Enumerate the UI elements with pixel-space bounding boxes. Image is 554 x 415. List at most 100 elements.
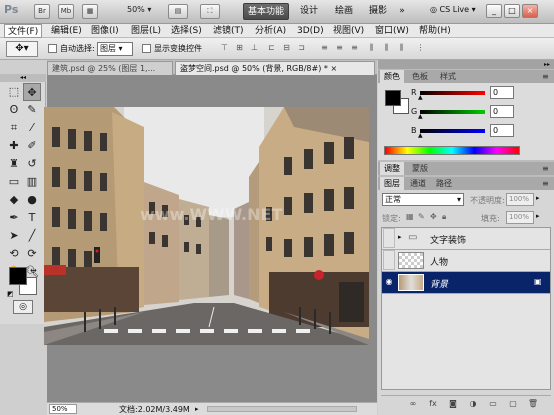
visibility-toggle-empty[interactable] [383,228,395,248]
gradient-tool-icon[interactable]: ▥ [23,173,41,191]
channel-g-input[interactable]: 0 [490,105,514,118]
quick-mask-icon[interactable]: ◎ [13,300,33,314]
tab-paths[interactable]: 路径 [432,177,456,190]
distribute-top-icon[interactable]: ≡ [318,43,331,55]
distribute-bottom-icon[interactable]: ≡ [348,43,361,55]
opacity-slider-arrow-icon[interactable]: ▸ [536,194,540,202]
opacity-input[interactable]: 100% [506,193,534,206]
tab-layers[interactable]: 图层 [380,177,404,190]
marquee-tool-icon[interactable]: ⬚ [5,83,23,101]
menu-help[interactable]: 帮助(H) [416,24,454,38]
channel-r-slider[interactable] [420,91,485,95]
tab-swatches[interactable]: 色板 [408,70,432,83]
workspace-photography[interactable]: 摄影 [364,3,392,20]
document-tab-jianzhu[interactable]: 建筑.psd @ 25% (图层 1,... [47,61,173,75]
quick-selection-tool-icon[interactable]: ✎ [23,101,41,119]
swap-colors-icon[interactable]: ↔ [30,266,37,275]
tab-channels[interactable]: 通道 [406,177,430,190]
tab-styles[interactable]: 样式 [436,70,460,83]
maximize-button[interactable]: □ [504,4,520,18]
foreground-color-swatch[interactable] [9,267,27,285]
tab-masks[interactable]: 蒙版 [408,162,432,175]
menu-analysis[interactable]: 分析(A) [252,24,289,38]
adjustment-layer-icon[interactable]: ◑ [467,398,479,410]
eyedropper-tool-icon[interactable]: ⁄ [23,119,41,137]
color-spectrum-bar[interactable] [384,146,520,155]
layer-row-text-decor[interactable]: ▸ ▭ 文字装饰 [382,228,550,250]
workspace-design[interactable]: 设计 [295,3,323,20]
toolbox-collapse-handle[interactable]: ◂◂ [0,74,46,82]
channel-r-input[interactable]: 0 [490,86,514,99]
status-zoom-field[interactable]: 50% [49,404,77,414]
more-workspaces-button[interactable]: » [395,3,409,20]
show-transform-checkbox[interactable] [142,44,151,53]
lock-position-icon[interactable]: ✥ [430,212,437,221]
fill-slider-arrow-icon[interactable]: ▸ [536,212,540,220]
align-vcenter-icon[interactable]: ⊞ [233,43,246,55]
eye-icon[interactable]: ◉ [383,272,395,292]
lock-image-icon[interactable]: ✎ [418,212,425,221]
zoom-level-select[interactable]: 50% ▾ [127,5,151,14]
channel-b-input[interactable]: 0 [490,124,514,137]
type-tool-icon[interactable]: T [23,209,41,227]
horizontal-scrollbar[interactable] [207,406,357,412]
menu-view[interactable]: 视图(V) [330,24,367,38]
distribute-left-icon[interactable]: ⫼ [365,43,378,55]
clone-stamp-tool-icon[interactable]: ♜ [5,155,23,173]
auto-select-checkbox[interactable] [48,44,57,53]
3d-orbit-tool-icon[interactable]: ⟳ [23,245,41,263]
layers-panel-menu-icon[interactable]: ≡ [538,177,553,190]
pen-tool-icon[interactable]: ✒ [5,209,23,227]
tool-preset-picker[interactable]: ✥▾ [6,41,38,57]
lock-all-icon[interactable]: 🔒︎ [442,212,446,222]
color-panel-menu-icon[interactable]: ≡ [538,70,553,83]
workspace-painting[interactable]: 绘画 [330,3,358,20]
auto-select-target-dropdown[interactable]: 图层 ▾ [97,42,133,56]
3d-rotate-tool-icon[interactable]: ⟲ [5,245,23,263]
add-mask-icon[interactable]: ◙ [447,398,459,410]
align-top-icon[interactable]: ⊤ [218,43,231,55]
channel-g-slider[interactable] [420,110,485,114]
default-colors-icon[interactable]: ◩ [7,290,14,298]
minimize-button[interactable]: _ [486,4,502,18]
adjust-panel-menu-icon[interactable]: ≡ [538,162,553,175]
crop-tool-icon[interactable]: ⌗ [5,119,23,137]
menu-layer[interactable]: 图层(L) [128,24,164,38]
channel-g-handle-icon[interactable]: ▲ [418,113,423,120]
align-right-icon[interactable]: ⊐ [295,43,308,55]
menu-file[interactable]: 文件(F) [4,24,43,38]
screen-mode-button[interactable]: ⛶ [200,4,220,19]
menu-window[interactable]: 窗口(W) [372,24,412,38]
channel-b-slider[interactable] [420,129,485,133]
channel-r-handle-icon[interactable]: ▲ [418,94,423,101]
launch-mini-bridge-button[interactable]: Mb [58,4,74,19]
auto-align-icon[interactable]: ⋮ [414,43,427,55]
cs-live-button[interactable]: ◎ CS Live ▾ [430,5,476,14]
lasso-tool-icon[interactable]: ʘ [5,101,23,119]
channel-b-handle-icon[interactable]: ▲ [418,132,423,139]
panel-dock-collapse[interactable]: ▸▸ [378,60,554,69]
close-button[interactable]: × [522,4,538,18]
history-brush-tool-icon[interactable]: ↺ [23,155,41,173]
menu-3d[interactable]: 3D(D) [294,24,327,38]
blur-tool-icon[interactable]: ◆ [5,191,23,209]
layer-row-person[interactable]: 人物 [382,250,550,272]
menu-select[interactable]: 选择(S) [168,24,205,38]
link-layers-icon[interactable]: ∞ [407,398,419,410]
layer-style-icon[interactable]: fx [427,398,439,410]
blend-mode-dropdown[interactable]: 正常 ▾ [382,193,464,206]
layer-row-background[interactable]: ◉ 背景 ▣ [382,272,550,294]
menu-filter[interactable]: 滤镜(T) [210,24,247,38]
menu-image[interactable]: 图像(I) [88,24,122,38]
distribute-right-icon[interactable]: ⫼ [395,43,408,55]
new-group-icon[interactable]: ▭ [487,398,499,410]
brush-tool-icon[interactable]: ✐ [23,137,41,155]
align-hcenter-icon[interactable]: ⊟ [280,43,293,55]
healing-brush-tool-icon[interactable]: ✚ [5,137,23,155]
align-bottom-icon[interactable]: ⊥ [248,43,261,55]
distribute-hcenter-icon[interactable]: ⫼ [380,43,393,55]
launch-bridge-button[interactable]: Br [34,4,50,19]
align-left-icon[interactable]: ⊏ [265,43,278,55]
distribute-vcenter-icon[interactable]: ≡ [333,43,346,55]
shape-tool-icon[interactable]: ╱ [23,227,41,245]
